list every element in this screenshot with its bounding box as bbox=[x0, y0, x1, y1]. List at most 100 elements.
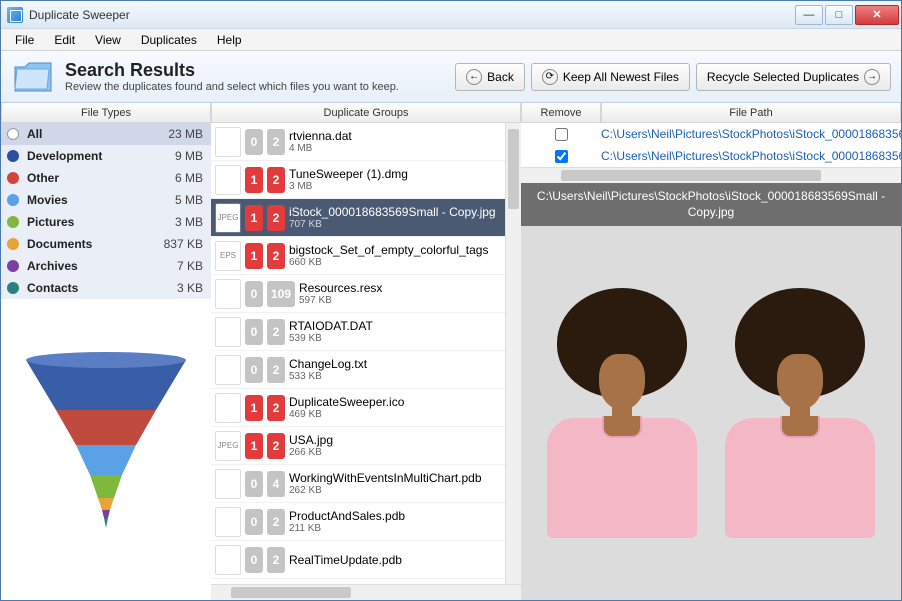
file-path-row[interactable]: C:\Users\Neil\Pictures\StockPhotos\iStoc… bbox=[521, 123, 901, 145]
keep-count-badge: 0 bbox=[245, 471, 263, 497]
duplicate-group-row[interactable]: EPS12bigstock_Set_of_empty_colorful_tags… bbox=[211, 237, 521, 275]
horizontal-scrollbar[interactable] bbox=[211, 584, 521, 600]
group-file-name: RTAIODAT.DAT bbox=[289, 319, 517, 333]
preview-image-left bbox=[537, 288, 707, 538]
file-type-row[interactable]: Pictures3 MB bbox=[1, 211, 211, 233]
keep-count-badge: 0 bbox=[245, 319, 263, 345]
file-icon bbox=[215, 469, 241, 499]
scrollbar-thumb[interactable] bbox=[561, 170, 821, 181]
remove-checkbox[interactable] bbox=[555, 150, 568, 163]
file-type-row[interactable]: All23 MB bbox=[1, 123, 211, 145]
group-file-name: USA.jpg bbox=[289, 433, 517, 447]
color-dot-icon bbox=[7, 194, 19, 206]
file-type-size: 5 MB bbox=[175, 193, 203, 207]
horizontal-scrollbar[interactable] bbox=[521, 167, 901, 183]
file-type-name: Movies bbox=[27, 193, 175, 207]
menu-view[interactable]: View bbox=[85, 31, 131, 49]
duplicate-group-row[interactable]: 02RealTimeUpdate.pdb bbox=[211, 541, 521, 579]
total-count-badge: 109 bbox=[267, 281, 295, 307]
color-dot-icon bbox=[7, 282, 19, 294]
titlebar[interactable]: Duplicate Sweeper — □ ✕ bbox=[1, 1, 901, 29]
file-icon: JPEG bbox=[215, 203, 241, 233]
file-type-row[interactable]: Archives7 KB bbox=[1, 255, 211, 277]
minimize-button[interactable]: — bbox=[795, 5, 823, 25]
color-dot-icon bbox=[7, 128, 19, 140]
menu-file[interactable]: File bbox=[5, 31, 44, 49]
arrow-left-icon: ← bbox=[466, 69, 482, 85]
total-count-badge: 2 bbox=[267, 243, 285, 269]
duplicate-group-row[interactable]: 0109Resources.resx597 KB bbox=[211, 275, 521, 313]
total-count-badge: 2 bbox=[267, 357, 285, 383]
total-count-badge: 2 bbox=[267, 319, 285, 345]
file-path-text[interactable]: C:\Users\Neil\Pictures\StockPhotos\iStoc… bbox=[601, 149, 901, 163]
file-type-row[interactable]: Other6 MB bbox=[1, 167, 211, 189]
duplicate-group-row[interactable]: 02rtvienna.dat4 MB bbox=[211, 123, 521, 161]
remove-checkbox[interactable] bbox=[555, 128, 568, 141]
keep-count-badge: 1 bbox=[245, 167, 263, 193]
keep-newest-button[interactable]: ⟳ Keep All Newest Files bbox=[531, 63, 690, 91]
preview-path-label: C:\Users\Neil\Pictures\StockPhotos\iStoc… bbox=[521, 183, 901, 226]
duplicate-group-row[interactable]: 02 RTAIODAT.DAT539 KB bbox=[211, 313, 521, 351]
total-count-badge: 2 bbox=[267, 167, 285, 193]
file-type-size: 9 MB bbox=[175, 149, 203, 163]
toolbar: Search Results Review the duplicates fou… bbox=[1, 51, 901, 103]
keep-count-badge: 1 bbox=[245, 243, 263, 269]
menu-duplicates[interactable]: Duplicates bbox=[131, 31, 207, 49]
file-type-name: Contacts bbox=[27, 281, 177, 295]
group-file-size: 533 KB bbox=[289, 371, 517, 382]
keep-count-badge: 1 bbox=[245, 433, 263, 459]
group-file-name: TuneSweeper (1).dmg bbox=[289, 167, 517, 181]
keep-count-badge: 1 bbox=[245, 395, 263, 421]
file-type-name: All bbox=[27, 127, 168, 141]
duplicate-groups-panel: Duplicate Groups 02rtvienna.dat4 MB12Tun… bbox=[211, 103, 521, 600]
file-type-size: 6 MB bbox=[175, 171, 203, 185]
file-icon bbox=[215, 545, 241, 575]
file-type-name: Other bbox=[27, 171, 175, 185]
duplicate-groups-list[interactable]: 02rtvienna.dat4 MB12TuneSweeper (1).dmg3… bbox=[211, 123, 521, 584]
duplicate-group-row[interactable]: 12DuplicateSweeper.ico469 KB bbox=[211, 389, 521, 427]
keep-count-badge: 0 bbox=[245, 509, 263, 535]
duplicate-group-row[interactable]: 04WorkingWithEventsInMultiChart.pdb262 K… bbox=[211, 465, 521, 503]
menu-help[interactable]: Help bbox=[207, 31, 252, 49]
file-type-row[interactable]: Development9 MB bbox=[1, 145, 211, 167]
recycle-button[interactable]: Recycle Selected Duplicates → bbox=[696, 63, 891, 91]
arrow-right-icon: → bbox=[864, 69, 880, 85]
back-button[interactable]: ← Back bbox=[455, 63, 525, 91]
funnel-chart bbox=[1, 299, 211, 600]
file-path-text[interactable]: C:\Users\Neil\Pictures\StockPhotos\iStoc… bbox=[601, 127, 901, 141]
file-path-header[interactable]: File Path bbox=[601, 103, 901, 123]
duplicate-groups-header[interactable]: Duplicate Groups bbox=[211, 103, 521, 123]
duplicate-group-row[interactable]: 12 TuneSweeper (1).dmg3 MB bbox=[211, 161, 521, 199]
file-path-row[interactable]: C:\Users\Neil\Pictures\StockPhotos\iStoc… bbox=[521, 145, 901, 167]
group-file-size: 266 KB bbox=[289, 447, 517, 458]
file-type-size: 3 KB bbox=[177, 281, 203, 295]
duplicate-group-row[interactable]: 02ProductAndSales.pdb211 KB bbox=[211, 503, 521, 541]
scrollbar-thumb[interactable] bbox=[231, 587, 351, 598]
group-file-size: 539 KB bbox=[289, 333, 517, 344]
maximize-button[interactable]: □ bbox=[825, 5, 853, 25]
app-window: Duplicate Sweeper — □ ✕ File Edit View D… bbox=[0, 0, 902, 601]
file-type-size: 837 KB bbox=[164, 237, 203, 251]
file-icon bbox=[215, 127, 241, 157]
duplicate-group-row[interactable]: JPEG12iStock_000018683569Small - Copy.jp… bbox=[211, 199, 521, 237]
window-title: Duplicate Sweeper bbox=[29, 8, 793, 22]
file-types-header[interactable]: File Types bbox=[1, 103, 211, 123]
file-types-panel: File Types All23 MBDevelopment9 MBOther6… bbox=[1, 103, 211, 600]
duplicate-group-row[interactable]: 02ChangeLog.txt533 KB bbox=[211, 351, 521, 389]
keep-count-badge: 1 bbox=[245, 205, 263, 231]
close-button[interactable]: ✕ bbox=[855, 5, 899, 25]
group-file-size: 469 KB bbox=[289, 409, 517, 420]
file-type-row[interactable]: Movies5 MB bbox=[1, 189, 211, 211]
menu-edit[interactable]: Edit bbox=[44, 31, 85, 49]
remove-header[interactable]: Remove bbox=[521, 103, 601, 123]
file-type-row[interactable]: Documents837 KB bbox=[1, 233, 211, 255]
details-panel: Remove File Path C:\Users\Neil\Pictures\… bbox=[521, 103, 901, 600]
file-type-row[interactable]: Contacts3 KB bbox=[1, 277, 211, 299]
file-type-name: Development bbox=[27, 149, 175, 163]
scrollbar-thumb[interactable] bbox=[508, 129, 519, 209]
file-icon bbox=[215, 355, 241, 385]
vertical-scrollbar[interactable] bbox=[505, 123, 521, 584]
group-file-size: 3 MB bbox=[289, 181, 517, 192]
group-file-name: WorkingWithEventsInMultiChart.pdb bbox=[289, 471, 517, 485]
duplicate-group-row[interactable]: JPEG12USA.jpg266 KB bbox=[211, 427, 521, 465]
